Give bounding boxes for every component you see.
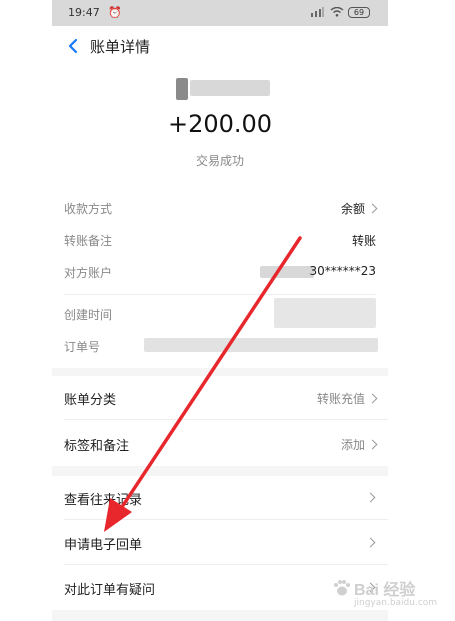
transaction-status: 交易成功 <box>195 154 244 168</box>
category-card: 账单分类 转账充值 标签和备注 添加 <box>52 376 388 466</box>
detail-value: 转账 <box>351 234 376 248</box>
redacted-order-number <box>144 338 378 352</box>
row-value: 添加 <box>340 438 365 452</box>
detail-label: 收款方式 <box>64 202 113 216</box>
chevron-right-icon <box>365 537 376 548</box>
row-value: 转账充值 <box>316 392 365 406</box>
tags-notes-row[interactable]: 标签和备注 添加 <box>52 422 388 466</box>
transaction-summary: +200.00 交易成功 <box>52 66 388 180</box>
detail-label: 订单号 <box>64 340 101 354</box>
divider <box>64 564 388 565</box>
row-label: 对此订单有疑问 <box>64 583 156 598</box>
divider <box>64 294 376 295</box>
divider <box>64 419 388 420</box>
back-button[interactable] <box>60 32 86 60</box>
phone-screen: 19:47 ⏰ 69 账单详情 +200.00 交易成功 收款方式 余额 转账备… <box>52 0 388 621</box>
detail-row-order-number: 订单号 <box>52 330 388 360</box>
watermark-brand: Bai 经验 <box>354 582 416 599</box>
redacted-payer-name <box>190 80 270 96</box>
detail-row-payment-method[interactable]: 收款方式 余额 <box>52 192 388 222</box>
row-label: 账单分类 <box>64 393 117 408</box>
alarm-icon: ⏰ <box>108 6 122 19</box>
request-e-receipt-row[interactable]: 申请电子回单 <box>52 521 388 565</box>
chevron-right-icon <box>365 492 376 503</box>
nav-bar: 账单详情 <box>52 26 388 66</box>
status-bar: 19:47 ⏰ 69 <box>52 0 388 26</box>
page-title: 账单详情 <box>90 38 151 56</box>
signal-icon <box>311 7 324 17</box>
detail-value: 30******23 <box>309 264 376 278</box>
detail-row-created-time: 创建时间 <box>52 298 388 328</box>
transaction-amount: +200.00 <box>167 110 273 138</box>
divider <box>64 519 388 520</box>
row-label: 申请电子回单 <box>64 538 143 553</box>
redacted-avatar <box>176 78 188 100</box>
detail-value: 余额 <box>340 202 365 216</box>
redacted-created-time <box>274 298 376 328</box>
wifi-icon <box>330 7 344 17</box>
chevron-right-icon <box>367 203 378 214</box>
status-time: 19:47 <box>68 6 100 19</box>
baidu-jingyan-watermark: Bai 经验 jingyan.baidu.com <box>332 576 442 616</box>
detail-label: 创建时间 <box>64 308 113 322</box>
row-label: 标签和备注 <box>64 439 130 454</box>
details-section: 收款方式 余额 转账备注 转账 对方账户 30******23 创建时间 订单号 <box>52 180 388 368</box>
detail-label: 转账备注 <box>64 234 113 248</box>
paw-logo-icon <box>334 580 350 596</box>
chevron-right-icon <box>367 439 378 450</box>
redacted-account-prefix <box>260 266 314 278</box>
battery-icon: 69 <box>348 7 370 18</box>
detail-row-counterparty: 对方账户 30******23 <box>52 256 388 286</box>
detail-label: 对方账户 <box>64 266 113 280</box>
bill-category-row[interactable]: 账单分类 转账充值 <box>52 376 388 420</box>
detail-row-transfer-note: 转账备注 转账 <box>52 224 388 254</box>
chevron-left-icon <box>68 38 78 54</box>
watermark-url: jingyan.baidu.com <box>354 598 438 608</box>
view-history-row[interactable]: 查看往来记录 <box>52 476 388 520</box>
chevron-right-icon <box>367 393 378 404</box>
row-label: 查看往来记录 <box>64 493 143 508</box>
